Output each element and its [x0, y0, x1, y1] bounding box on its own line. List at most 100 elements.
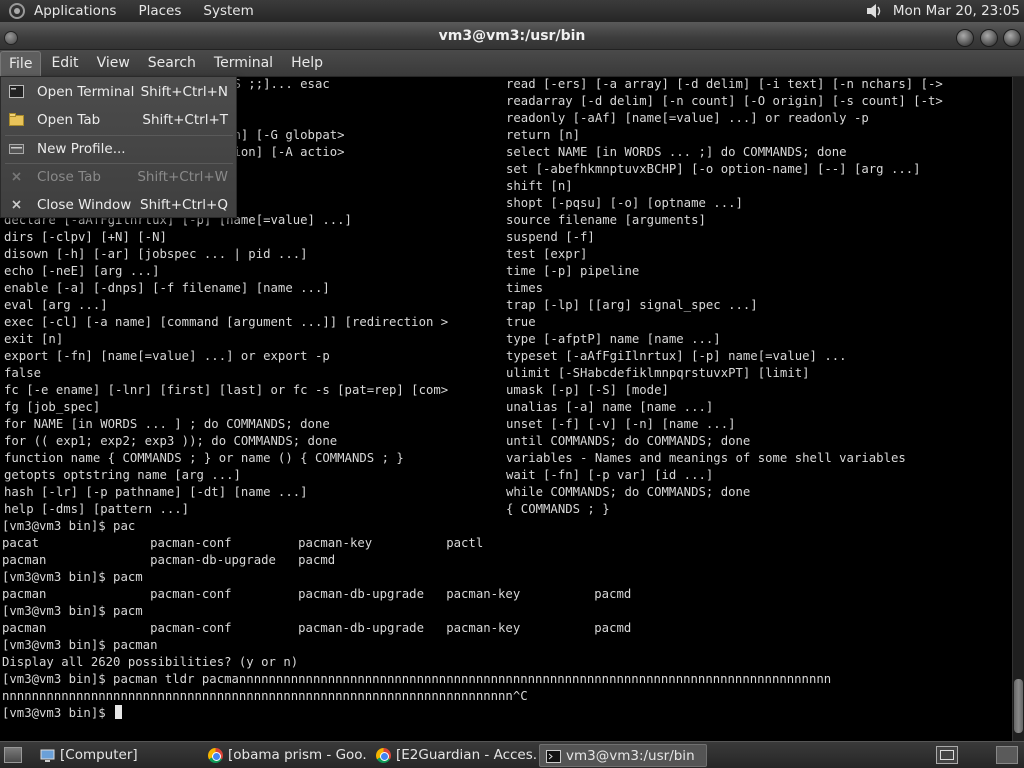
top-panel: Applications Places System Mon Mar 20, 2…: [0, 0, 1024, 22]
menu-help[interactable]: Help: [283, 51, 331, 76]
terminal-line: unalias [-a] name [name ...]: [506, 400, 714, 414]
terminal-line: until COMMANDS; do COMMANDS; done: [506, 434, 751, 448]
volume-icon[interactable]: [863, 2, 885, 20]
window-titlebar[interactable]: vm3@vm3:/usr/bin: [0, 22, 1024, 50]
terminal-line: [vm3@vm3 bin]$ pacm: [2, 569, 143, 586]
scrollbar-thumb[interactable]: [1014, 679, 1023, 733]
terminal-icon: [9, 85, 24, 98]
terminal-line: function name { COMMANDS ; } or name () …: [4, 451, 404, 465]
terminal-line: hash [-lr] [-p pathname] [-dt] [name ...…: [4, 485, 308, 499]
minimize-icon[interactable]: [956, 29, 974, 47]
taskbar-chrome-e2guardian[interactable]: [E2Guardian - Acces...: [370, 744, 538, 767]
menu-item-accel: Shift+Ctrl+T: [142, 112, 228, 128]
chrome-icon: [376, 748, 391, 763]
terminal-line: eval [arg ...]: [4, 298, 108, 312]
workspace-switcher-icon[interactable]: [936, 746, 958, 764]
terminal-text: pacman pacman-db-upgrade pacmd: [2, 553, 336, 567]
terminal-line: Display all 2620 possibilities? (y or n): [2, 654, 298, 671]
terminal-line: true: [506, 315, 536, 329]
task-label: [obama prism - Goo...: [228, 747, 366, 763]
terminal-line: [vm3@vm3 bin]$ pac: [2, 518, 135, 535]
close-icon: [9, 198, 24, 211]
terminal-text: pacat pacman-conf pacman-key pactl: [2, 536, 484, 550]
terminal-text: [vm3@vm3 bin]$ pacman tldr pacmannnnnnnn…: [2, 672, 832, 686]
menu-item-close-window[interactable]: Close Window Shift+Ctrl+Q: [1, 192, 237, 218]
menu-view[interactable]: View: [89, 51, 138, 76]
terminal-line: exec [-cl] [-a name] [command [argument …: [4, 315, 449, 329]
terminal-line: exit [n]: [4, 332, 64, 346]
panel-clock[interactable]: Mon Mar 20, 23:05: [893, 3, 1020, 19]
terminal-line: while COMMANDS; do COMMANDS; done: [506, 485, 751, 499]
terminal-line: disown [-h] [-ar] [jobspec ... | pid ...…: [4, 247, 308, 261]
terminal-line: test [expr]: [506, 247, 588, 261]
menu-item-accel: Shift+Ctrl+N: [140, 84, 228, 100]
profile-icon: [9, 142, 24, 155]
menu-item-accel: Shift+Ctrl+Q: [140, 197, 228, 213]
terminal-line: set [-abefhkmnptuvxBCHP] [-o option-name…: [506, 162, 921, 176]
places-menu[interactable]: Places: [138, 3, 181, 19]
terminal-line: select NAME [in WORDS ... ;] do COMMANDS…: [506, 145, 847, 159]
terminal-line: read [-ers] [-a array] [-d delim] [-i te…: [506, 77, 943, 91]
terminal-line: pacman pacman-db-upgrade pacmd: [2, 552, 335, 569]
terminal-text: nnnnnnnnnnnnnnnnnnnnnnnnnnnnnnnnnnnnnnnn…: [2, 689, 528, 703]
chrome-icon: [208, 748, 223, 763]
taskbar-computer[interactable]: [Computer]: [34, 744, 194, 767]
terminal-line: fc [-e ename] [-lnr] [first] [last] or f…: [4, 383, 449, 397]
gnome-foot-icon[interactable]: [6, 0, 28, 22]
task-label: vm3@vm3:/usr/bin: [566, 748, 695, 764]
terminal-text: pacman pacman-conf pacman-db-upgrade pac…: [2, 587, 632, 601]
terminal-line: pacman pacman-conf pacman-db-upgrade pac…: [2, 586, 631, 603]
terminal-line: typeset [-aAfFgiIlnrtux] [-p] name[=valu…: [506, 349, 847, 363]
menu-item-open-terminal[interactable]: Open Terminal Shift+Ctrl+N: [1, 79, 237, 105]
menu-item-open-tab[interactable]: Open Tab Shift+Ctrl+T: [1, 107, 237, 133]
bottom-taskbar: [Computer] [obama prism - Goo... [E2Guar…: [0, 741, 1024, 768]
file-dropdown-menu: Open Terminal Shift+Ctrl+N Open Tab Shif…: [0, 76, 237, 218]
menu-file[interactable]: File: [0, 50, 42, 76]
terminal-line: nnnnnnnnnnnnnnnnnnnnnnnnnnnnnnnnnnnnnnnn…: [2, 688, 528, 705]
shell-prompt: [vm3@vm3 bin]$: [2, 705, 123, 722]
task-label: [Computer]: [60, 747, 138, 763]
workspace-2-icon[interactable]: [996, 746, 1018, 764]
terminal-line: source filename [arguments]: [506, 213, 706, 227]
close-window-icon[interactable]: [1003, 29, 1021, 47]
terminal-text: [vm3@vm3 bin]$: [2, 706, 114, 720]
terminal-line: getopts optstring name [arg ...]: [4, 468, 241, 482]
taskbar-chrome-obama[interactable]: [obama prism - Goo...: [202, 744, 366, 767]
terminal-line: [vm3@vm3 bin]$ pacm: [2, 603, 143, 620]
terminal-line: [vm3@vm3 bin]$ pacman: [2, 637, 157, 654]
menu-terminal[interactable]: Terminal: [206, 51, 281, 76]
terminal-line: times: [506, 281, 544, 295]
terminal-line: wait [-fn] [-p var] [id ...]: [506, 468, 714, 482]
show-desktop-icon[interactable]: [4, 747, 22, 763]
terminal-text: Display all 2620 possibilities? (y or n): [2, 655, 299, 669]
applications-menu[interactable]: Applications: [34, 3, 116, 19]
menu-item-label: Close Window: [37, 197, 132, 213]
system-menu[interactable]: System: [203, 3, 253, 19]
terminal-line: ulimit [-SHabcdefiklmnpqrstuvxPT] [limit…: [506, 366, 810, 380]
taskbar-terminal[interactable]: vm3@vm3:/usr/bin: [539, 744, 707, 767]
terminal-text: pacman pacman-conf pacman-db-upgrade pac…: [2, 621, 632, 635]
terminal-line: { COMMANDS ; }: [506, 502, 610, 516]
terminal-line: shift [n]: [506, 179, 573, 193]
terminal-line: [vm3@vm3 bin]$ pacman tldr pacmannnnnnnn…: [2, 671, 831, 688]
menu-edit[interactable]: Edit: [43, 51, 86, 76]
menu-item-label: Open Terminal: [37, 84, 135, 100]
terminal-line: readarray [-d delim] [-n count] [-O orig…: [506, 94, 943, 108]
terminal-line: umask [-p] [-S] [mode]: [506, 383, 669, 397]
terminal-line: type [-afptP] name [name ...]: [506, 332, 721, 346]
task-label: [E2Guardian - Acces...: [396, 747, 538, 763]
terminal-line: enable [-a] [-dnps] [-f filename] [name …: [4, 281, 330, 295]
menu-item-new-profile[interactable]: New Profile...: [1, 136, 237, 162]
terminal-scrollbar[interactable]: [1012, 77, 1024, 741]
window-title: vm3@vm3:/usr/bin: [438, 28, 586, 44]
terminal-line: return [n]: [506, 128, 581, 142]
tab-icon: [9, 113, 24, 126]
text-cursor: [115, 705, 123, 719]
terminal-line: pacat pacman-conf pacman-key pactl: [2, 535, 483, 552]
maximize-icon[interactable]: [980, 29, 998, 47]
terminal-line: echo [-neE] [arg ...]: [4, 264, 160, 278]
menu-search[interactable]: Search: [140, 51, 204, 76]
terminal-line: unset [-f] [-v] [-n] [name ...]: [506, 417, 736, 431]
terminal-text: [vm3@vm3 bin]$ pacman: [2, 638, 158, 652]
menu-item-label: Close Tab: [37, 169, 101, 185]
